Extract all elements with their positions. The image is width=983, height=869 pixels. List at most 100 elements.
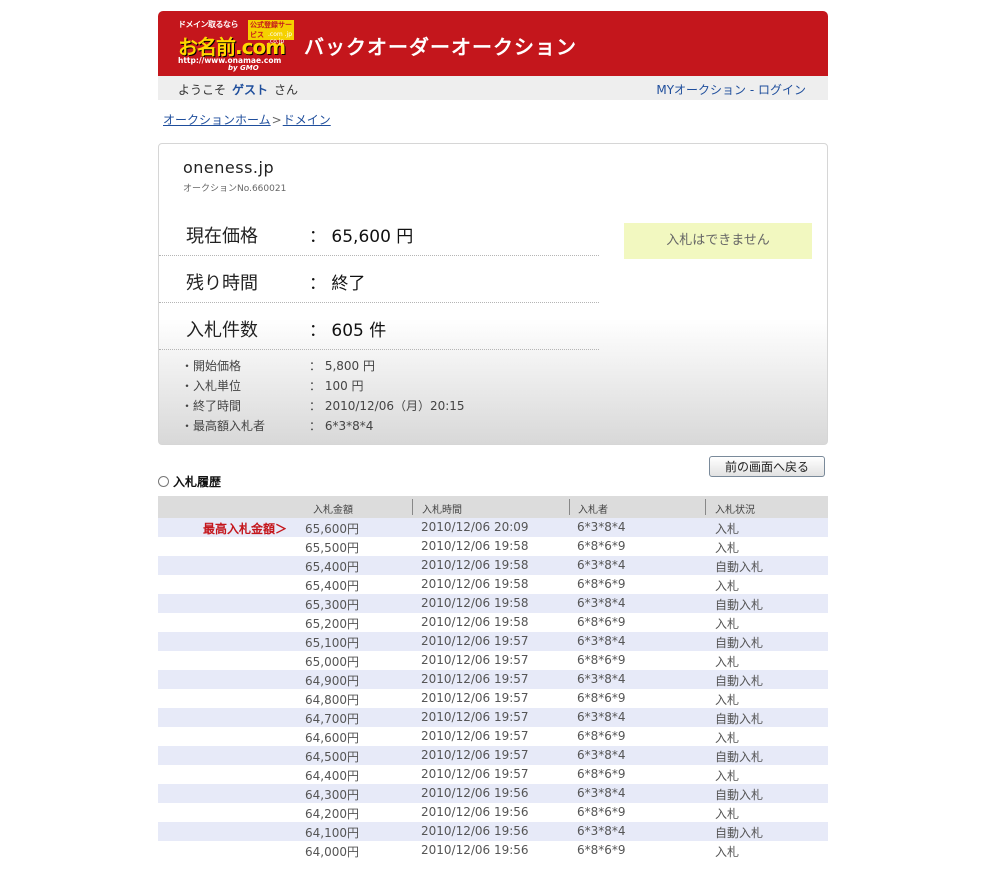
bid-status: 入札 bbox=[715, 655, 740, 669]
end-time-value: ： 2010/12/06（月）20:15 bbox=[309, 399, 465, 413]
welcome-text: ようこそ bbox=[178, 83, 227, 97]
breadcrumb-home-link[interactable]: オークションホーム bbox=[163, 113, 271, 127]
column-header-status: 入札状況 bbox=[715, 505, 755, 516]
table-row: 64,000円 2010/12/06 19:56 6*8*6*9 入札 bbox=[158, 841, 828, 860]
page-title: バックオーダーオークション bbox=[304, 35, 577, 59]
bidder: 6*3*8*4 bbox=[577, 672, 626, 686]
current-price-value: ： 65,600 円 bbox=[309, 227, 414, 247]
site-header: ドメイン取るなら 公式登録サービス お名前.com .com .jp .co.j… bbox=[158, 11, 828, 76]
bidder: 6*3*8*4 bbox=[577, 824, 626, 838]
circle-bullet-icon bbox=[158, 476, 169, 487]
bid-amount: 64,800円 bbox=[305, 693, 359, 707]
bid-amount: 65,100円 bbox=[305, 636, 359, 650]
table-header: 入札金額 入札時間 入札者 入札状況 bbox=[158, 496, 828, 518]
bid-amount: 64,000円 bbox=[305, 845, 359, 859]
bid-amount: 65,200円 bbox=[305, 617, 359, 631]
remaining-time-value: ： 終了 bbox=[309, 274, 366, 294]
remaining-time-row: 残り時間 ： 終了 bbox=[159, 256, 599, 303]
column-header-bidder: 入札者 bbox=[578, 505, 608, 516]
bid-time: 2010/12/06 19:58 bbox=[421, 558, 529, 572]
bid-amount: 65,600円 bbox=[305, 522, 359, 536]
bid-amount: 64,500円 bbox=[305, 750, 359, 764]
bid-status: 自動入札 bbox=[715, 636, 764, 650]
bid-amount: 64,900円 bbox=[305, 674, 359, 688]
bid-time: 2010/12/06 19:56 bbox=[421, 824, 529, 838]
bid-status: 自動入札 bbox=[715, 788, 764, 802]
bidder: 6*8*6*9 bbox=[577, 843, 626, 857]
table-row: 64,900円 2010/12/06 19:57 6*3*8*4 自動入札 bbox=[158, 670, 828, 689]
welcome-message: ようこそ ゲスト さん bbox=[178, 81, 298, 98]
bidder: 6*3*8*4 bbox=[577, 710, 626, 724]
bidder: 6*8*6*9 bbox=[577, 577, 626, 591]
bid-history-title: 入札履歴 bbox=[173, 475, 222, 489]
logo-gmo: by GMO bbox=[228, 64, 259, 72]
bid-time: 2010/12/06 19:56 bbox=[421, 843, 529, 857]
table-row: 65,400円 2010/12/06 19:58 6*8*6*9 入札 bbox=[158, 575, 828, 594]
table-row: 64,600円 2010/12/06 19:57 6*8*6*9 入札 bbox=[158, 727, 828, 746]
bid-status: 入札 bbox=[715, 617, 740, 631]
account-links[interactable]: MYオークション - ログイン bbox=[656, 81, 806, 98]
bid-amount: 65,300円 bbox=[305, 598, 359, 612]
bid-status: 自動入札 bbox=[715, 598, 764, 612]
bid-amount: 64,600円 bbox=[305, 731, 359, 745]
guest-name: ゲスト bbox=[232, 83, 269, 97]
bid-unit-row: ・入札単位 ： 100 円 bbox=[181, 377, 364, 394]
end-time-label: ・終了時間 bbox=[181, 399, 242, 413]
highest-bid-label: 最高入札金額＞ bbox=[203, 522, 288, 536]
table-row: 最高入札金額＞ 65,600円 2010/12/06 20:09 6*3*8*4 入札 bbox=[158, 518, 828, 537]
bidder: 6*8*6*9 bbox=[577, 805, 626, 819]
table-row: 64,100円 2010/12/06 19:56 6*3*8*4 自動入札 bbox=[158, 822, 828, 841]
column-header-time: 入札時間 bbox=[422, 505, 462, 516]
bid-status: 自動入札 bbox=[715, 826, 764, 840]
top-bidder-value: ： 6*3*8*4 bbox=[309, 419, 374, 433]
bid-unit-label: ・入札単位 bbox=[181, 379, 242, 393]
bid-status: 自動入札 bbox=[715, 712, 764, 726]
bid-time: 2010/12/06 19:57 bbox=[421, 729, 529, 743]
bid-amount: 65,400円 bbox=[305, 560, 359, 574]
bid-status: 自動入札 bbox=[715, 674, 764, 688]
bid-amount: 64,100円 bbox=[305, 826, 359, 840]
top-bidder-label: ・最高額入札者 bbox=[181, 419, 266, 433]
bidder: 6*8*6*9 bbox=[577, 615, 626, 629]
table-row: 65,000円 2010/12/06 19:57 6*8*6*9 入札 bbox=[158, 651, 828, 670]
table-row: 64,200円 2010/12/06 19:56 6*8*6*9 入札 bbox=[158, 803, 828, 822]
bid-time: 2010/12/06 19:58 bbox=[421, 615, 529, 629]
table-row: 64,700円 2010/12/06 19:57 6*3*8*4 自動入札 bbox=[158, 708, 828, 727]
bidder: 6*3*8*4 bbox=[577, 634, 626, 648]
table-row: 65,500円 2010/12/06 19:58 6*8*6*9 入札 bbox=[158, 537, 828, 556]
table-row: 64,300円 2010/12/06 19:56 6*3*8*4 自動入札 bbox=[158, 784, 828, 803]
breadcrumb-separator: > bbox=[271, 113, 282, 127]
bid-amount: 64,200円 bbox=[305, 807, 359, 821]
bidder: 6*8*6*9 bbox=[577, 691, 626, 705]
bid-amount: 64,300円 bbox=[305, 788, 359, 802]
bid-time: 2010/12/06 19:58 bbox=[421, 596, 529, 610]
table-row: 65,300円 2010/12/06 19:58 6*3*8*4 自動入札 bbox=[158, 594, 828, 613]
logo-tagline: ドメイン取るなら bbox=[178, 20, 239, 29]
bid-count-label: 入札件数 bbox=[186, 320, 258, 341]
auction-info-panel: oneness.jp オークションNo.660021 現在価格 ： 65,600… bbox=[158, 143, 828, 445]
bid-status: 入札 bbox=[715, 845, 740, 859]
bid-unit-value: ： 100 円 bbox=[309, 379, 364, 393]
back-button[interactable]: 前の画面へ戻る bbox=[709, 456, 825, 477]
bidder: 6*3*8*4 bbox=[577, 520, 626, 534]
breadcrumb: オークションホーム>ドメイン bbox=[163, 111, 331, 128]
logo-domains: .com .jp .co.jp bbox=[268, 31, 293, 45]
bid-status: 自動入札 bbox=[715, 560, 764, 574]
end-time-row: ・終了時間 ： 2010/12/06（月）20:15 bbox=[181, 397, 465, 414]
bid-time: 2010/12/06 19:57 bbox=[421, 634, 529, 648]
bid-status: 入札 bbox=[715, 522, 740, 536]
bid-time: 2010/12/06 19:57 bbox=[421, 767, 529, 781]
table-row: 64,800円 2010/12/06 19:57 6*8*6*9 入札 bbox=[158, 689, 828, 708]
bidder: 6*8*6*9 bbox=[577, 539, 626, 553]
current-price-label: 現在価格 bbox=[186, 226, 258, 247]
onamae-logo[interactable]: ドメイン取るなら 公式登録サービス お名前.com .com .jp .co.j… bbox=[178, 19, 294, 72]
bid-time: 2010/12/06 19:57 bbox=[421, 691, 529, 705]
bid-amount: 65,500円 bbox=[305, 541, 359, 555]
domain-name: oneness.jp bbox=[183, 158, 275, 177]
bid-time: 2010/12/06 19:58 bbox=[421, 539, 529, 553]
auction-number: オークションNo.660021 bbox=[183, 184, 287, 194]
column-divider bbox=[569, 499, 570, 515]
bidder: 6*3*8*4 bbox=[577, 786, 626, 800]
bid-time: 2010/12/06 19:58 bbox=[421, 577, 529, 591]
breadcrumb-domain-link[interactable]: ドメイン bbox=[283, 113, 331, 127]
